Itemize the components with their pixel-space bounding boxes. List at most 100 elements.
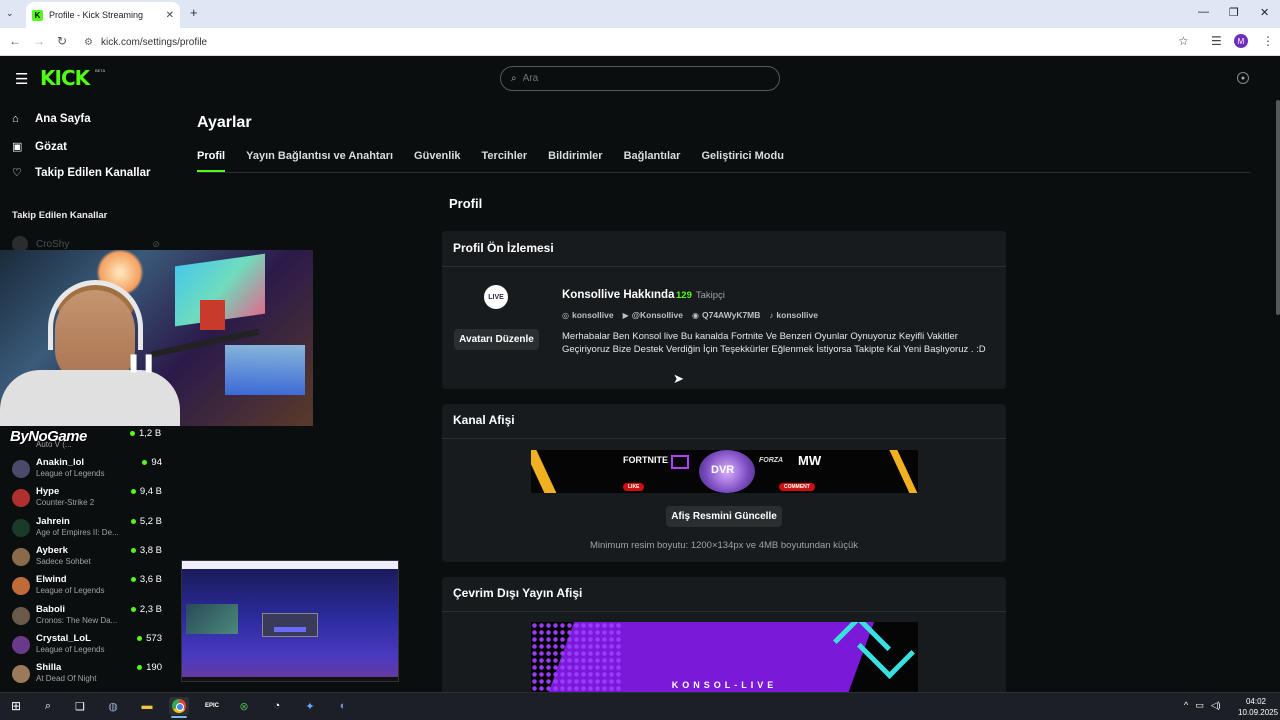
- avatar: [12, 460, 30, 478]
- screen-share-overlay: [181, 560, 399, 682]
- sidebar-item-label: Ana Sayfa: [35, 113, 91, 125]
- banner-like-badge: LIKE: [623, 483, 645, 491]
- sidebar-item-browse[interactable]: ▣ Gözat: [12, 140, 67, 154]
- tab-profil[interactable]: Profil: [197, 150, 226, 172]
- live-dot-icon: [130, 431, 135, 436]
- sidebar-channel-item[interactable]: Shilla At Dead Of Night 190: [12, 662, 162, 691]
- sidebar-channel-item[interactable]: Crystal_LoL League of Legends 573: [12, 633, 162, 662]
- card-divider: [442, 438, 1006, 439]
- windows-start-icon[interactable]: ⊞: [6, 697, 26, 715]
- tab-close-icon[interactable]: ✕: [166, 10, 174, 21]
- window-close-icon[interactable]: ✕: [1260, 6, 1269, 19]
- sidebar-channel-item[interactable]: Baboli Cronos: The New Da... 2,3 B: [12, 604, 162, 633]
- card-heading: Kanal Afişi: [453, 413, 515, 427]
- live-dot-icon: [130, 518, 136, 524]
- bookmark-star-icon[interactable]: ☆: [1178, 34, 1189, 48]
- update-banner-button[interactable]: Afiş Resmini Güncelle: [666, 506, 782, 527]
- minimize-icon[interactable]: —: [1198, 6, 1209, 18]
- tab-developer[interactable]: Geliştirici Modu: [701, 150, 784, 170]
- url-text: kick.com/settings/profile: [100, 36, 208, 48]
- channel-game: Cronos: The New Da...: [36, 615, 118, 625]
- steam-icon[interactable]: ◍: [103, 697, 123, 715]
- taskbar-clock[interactable]: 04:02 10.09.2025: [1238, 696, 1279, 718]
- new-tab-button[interactable]: +: [190, 5, 198, 20]
- site-info-icon[interactable]: ⚙: [84, 37, 93, 48]
- obs-icon[interactable]: ◔: [267, 697, 287, 715]
- banner-comment-badge: COMMENT: [779, 483, 815, 491]
- search-bar[interactable]: ⌕: [500, 66, 780, 91]
- page-scrollbar[interactable]: [1276, 100, 1280, 315]
- tray-expand-icon[interactable]: ^: [1184, 700, 1188, 711]
- channel-game: League of Legends: [36, 586, 105, 596]
- tab-preferences[interactable]: Tercihler: [482, 150, 528, 170]
- task-view-icon[interactable]: ❏: [70, 697, 90, 715]
- active-app-indicator: [171, 716, 187, 718]
- forward-icon[interactable]: →: [33, 34, 45, 48]
- tab-security[interactable]: Güvenlik: [414, 150, 460, 170]
- taskbar-search-icon[interactable]: ⌕: [38, 697, 58, 715]
- kick-favicon-icon: K: [32, 9, 43, 21]
- reload-icon[interactable]: ↻: [57, 34, 67, 48]
- browser-menu-icon[interactable]: ⋮: [1262, 34, 1274, 48]
- tabs-divider: [197, 172, 1251, 173]
- edit-avatar-button[interactable]: Avatarı Düzenle: [454, 329, 539, 350]
- clock-date: 10.09.2025: [1238, 708, 1279, 717]
- card-divider: [442, 266, 1006, 267]
- viewer-count: 94: [142, 457, 162, 468]
- live-dot-icon: [142, 460, 148, 465]
- chrome-icon[interactable]: [169, 697, 189, 715]
- tab-stream-key[interactable]: Yayın Bağlantısı ve Anahtarı: [246, 150, 393, 170]
- channel-name: Elwind: [36, 574, 67, 586]
- social-tiktok[interactable]: ♪ konsollive: [769, 310, 818, 320]
- browser-tab[interactable]: K Profile - Kick Streaming ✕: [26, 2, 180, 28]
- user-avatar-icon[interactable]: ●: [1237, 72, 1249, 84]
- sidebar-channel-item[interactable]: Jahrein Age of Empires II: De... 5,2 B: [12, 516, 162, 545]
- offline-banner-text: KONSOL-LIVE: [671, 680, 778, 690]
- avatar: [12, 577, 30, 596]
- kick-logo[interactable]: KICK: [40, 66, 90, 90]
- reading-list-icon[interactable]: ☰: [1211, 34, 1222, 48]
- sidebar-channel-item[interactable]: Elwind League of Legends 3,6 B: [12, 574, 162, 603]
- live-dot-icon: [130, 547, 136, 553]
- xbox-icon[interactable]: ⊗: [234, 697, 254, 715]
- sidebar-item-following[interactable]: ♡ Takip Edilen Kanallar: [12, 166, 150, 180]
- sidebar-channel-item[interactable]: Anakin_lol League of Legends 94: [12, 457, 162, 486]
- tab-search-icon[interactable]: ⌄: [6, 8, 14, 19]
- search-input[interactable]: [522, 73, 743, 84]
- social-instagram[interactable]: ◎ konsollive: [562, 310, 614, 320]
- social-youtube[interactable]: ▶ @Konsollive: [623, 310, 683, 320]
- instagram-icon: ◎: [562, 310, 569, 320]
- avatar: [12, 635, 30, 654]
- browse-icon: ▣: [12, 141, 23, 153]
- viewer-count: 9,4 B: [130, 486, 162, 497]
- file-explorer-icon[interactable]: ▬: [137, 697, 157, 715]
- tab-connections[interactable]: Bağlantılar: [624, 150, 681, 170]
- url-field[interactable]: ⚙ kick.com/settings/profile: [84, 31, 1204, 53]
- clock-time: 04:02: [1245, 697, 1267, 706]
- hamburger-menu-icon[interactable]: ☰: [15, 70, 28, 88]
- channel-game: Age of Empires II: De...: [36, 527, 119, 537]
- live-dot-icon: [130, 606, 136, 612]
- channel-game: Auto V (...: [36, 440, 72, 449]
- sidebar-channel-item[interactable]: Ayberk Sadece Sohbet 3,8 B: [12, 545, 162, 574]
- browser-profile-avatar[interactable]: M: [1234, 34, 1248, 48]
- following-heading: Takip Edilen Kanallar: [12, 210, 108, 221]
- social-discord[interactable]: ◉ Q74AWyK7MB: [692, 310, 760, 320]
- card-heading: Çevrim Dışı Yayın Afişi: [453, 586, 583, 600]
- back-icon[interactable]: ←: [9, 34, 21, 48]
- sidebar-item-home[interactable]: ⌂ Ana Sayfa: [12, 113, 91, 125]
- tab-notifications[interactable]: Bildirimler: [548, 150, 602, 170]
- volume-icon[interactable]: ◁): [1211, 700, 1221, 711]
- section-title: Profil: [449, 196, 483, 211]
- viewer-count: 2,3 B: [130, 604, 162, 615]
- discord-icon[interactable]: ◐: [333, 697, 353, 715]
- restore-icon[interactable]: ❐: [1229, 6, 1239, 19]
- pause-icon: ❚❚: [126, 352, 157, 372]
- sidebar-channel-item[interactable]: Hype Counter-Strike 2 9,4 B: [12, 486, 162, 515]
- channel-game: Sadece Sohbet: [36, 556, 91, 566]
- network-icon[interactable]: ▭: [1195, 700, 1204, 711]
- channel-game: At Dead Of Night: [36, 674, 97, 684]
- epic-games-icon[interactable]: EPIC: [202, 697, 222, 715]
- app-icon[interactable]: ✦: [300, 697, 320, 715]
- webcam-overlay: ❚❚: [0, 250, 313, 426]
